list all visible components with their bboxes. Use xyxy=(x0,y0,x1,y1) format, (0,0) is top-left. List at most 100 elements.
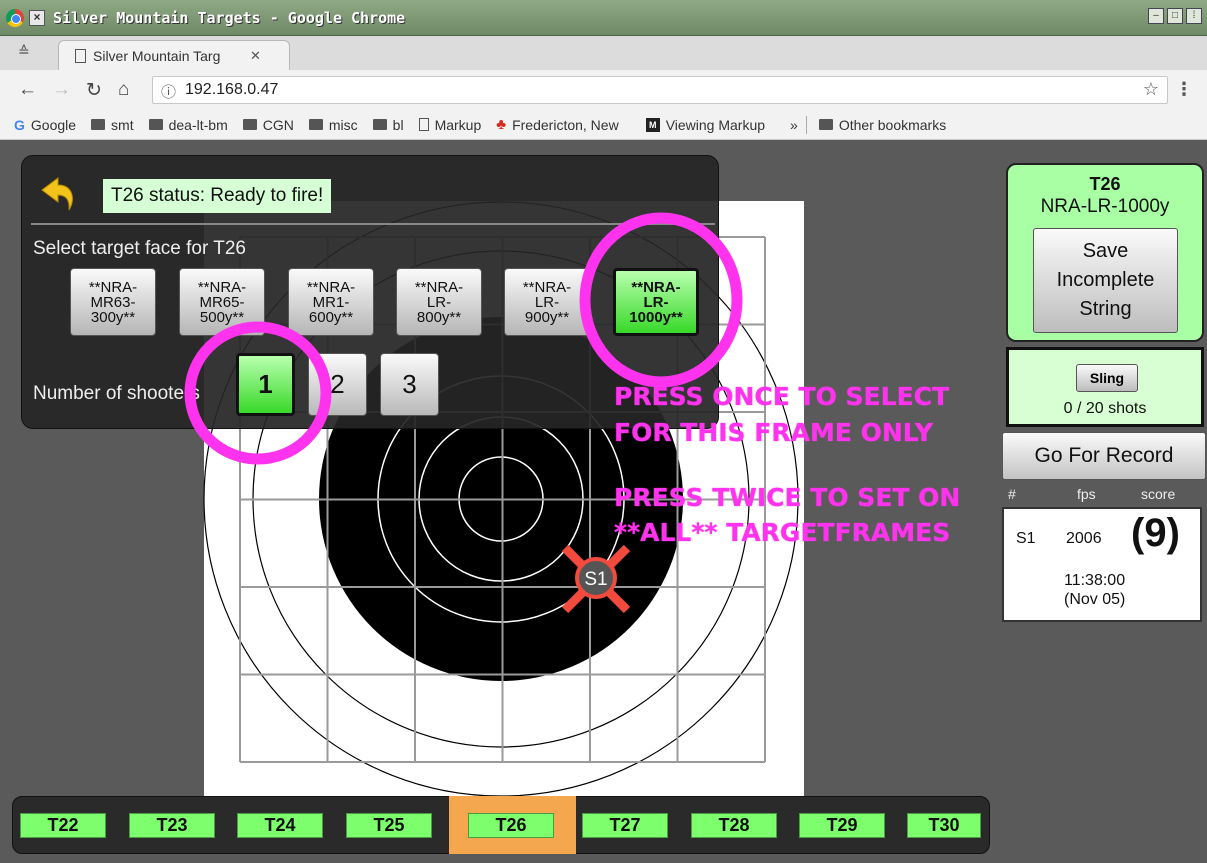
divider xyxy=(31,223,715,225)
column-header-score: score xyxy=(1141,486,1176,502)
shooters-label: Number of shooters xyxy=(33,383,200,404)
maple-leaf-icon: ♣ xyxy=(496,116,507,133)
face-button-mr63-300y[interactable]: **NRA- MR63- 300y** xyxy=(70,268,156,336)
save-button-label: Save xyxy=(1082,240,1129,262)
folder-icon xyxy=(818,119,833,130)
face-label-line: 600y** xyxy=(308,308,354,326)
bookmark-misc[interactable]: misc xyxy=(308,116,358,133)
save-button-label: Incomplete xyxy=(1056,269,1155,291)
face-button-lr-1000y[interactable]: **NRA- LR- 1000y** xyxy=(613,268,699,336)
shot-time-value: 11:38:00 xyxy=(1064,572,1126,589)
sling-panel: Sling 0 / 20 shots xyxy=(1006,347,1204,427)
frame-button-t27[interactable]: T27 xyxy=(582,813,668,838)
markup-icon: M xyxy=(645,117,660,132)
shooters-button-1[interactable]: 1 xyxy=(236,353,295,416)
page-icon xyxy=(418,118,429,131)
status-text: T26 status: Ready to fire! xyxy=(103,179,332,213)
close-window-icon[interactable]: ⁞ xyxy=(1186,8,1202,24)
bookmark-other[interactable]: Other bookmarks xyxy=(818,116,947,133)
bookmark-google[interactable]: G Google xyxy=(14,117,76,133)
back-button-icon[interactable] xyxy=(36,170,80,214)
bookmarks-overflow-chevron[interactable]: » xyxy=(790,117,798,133)
window-menu-icon[interactable]: × xyxy=(29,10,45,26)
info-icon[interactable]: ⓘ xyxy=(161,81,176,102)
frame-button-t22[interactable]: T22 xyxy=(20,813,106,838)
target-info-card: T26 NRA-LR-1000y Save Incomplete String xyxy=(1006,163,1204,342)
annotation-line: PRESS TWICE TO SET ON xyxy=(614,483,961,512)
shooters-button-2[interactable]: 2 xyxy=(308,353,367,416)
bookmark-label: CGN xyxy=(262,116,294,133)
shot-fps: 2006 xyxy=(1066,530,1102,547)
back-arrow-icon[interactable]: ← xyxy=(18,79,37,101)
face-button-lr-900y[interactable]: **NRA- LR- 900y** xyxy=(504,268,590,336)
forward-arrow-icon[interactable]: → xyxy=(52,79,71,101)
bookmark-label: Fredericton, New xyxy=(512,116,619,133)
annotation-line: **ALL** TARGETFRAMES xyxy=(614,518,951,547)
bookmark-cgn[interactable]: CGN xyxy=(242,116,294,133)
star-icon[interactable]: ☆ xyxy=(1143,79,1159,100)
frame-button-t24[interactable]: T24 xyxy=(237,813,323,838)
frame-button-t30[interactable]: T30 xyxy=(907,813,981,838)
folder-icon xyxy=(91,119,106,130)
shot-id: S1 xyxy=(1016,530,1036,547)
tab-title: Silver Mountain Targ xyxy=(93,47,221,64)
column-header-number: # xyxy=(1008,486,1016,502)
save-incomplete-string-button[interactable]: Save Incomplete String xyxy=(1033,228,1178,333)
bookmark-label: Viewing Markup xyxy=(665,116,766,133)
bookmark-viewing-markup[interactable]: M Viewing Markup xyxy=(645,116,766,133)
bookmark-label: misc xyxy=(328,116,358,133)
frame-button-t29[interactable]: T29 xyxy=(799,813,885,838)
bookmark-label: bl xyxy=(392,116,404,133)
face-label-line: 900y** xyxy=(524,308,570,326)
frame-button-t23[interactable]: T23 xyxy=(129,813,215,838)
maximize-icon[interactable]: □ xyxy=(1167,8,1183,24)
annotation-line: FOR THIS FRAME ONLY xyxy=(614,418,933,447)
sling-button[interactable]: Sling xyxy=(1076,364,1138,392)
face-button-mr1-600y[interactable]: **NRA- MR1- 600y** xyxy=(288,268,374,336)
tab-close-icon[interactable]: ✕ xyxy=(250,48,261,64)
toolbar: ← → ↻ ⌂ ⓘ 192.168.0.47 ☆ ⋮ xyxy=(0,70,1207,110)
bookmark-bl[interactable]: bl xyxy=(372,116,404,133)
target-face-name: NRA-LR-1000y xyxy=(1040,196,1170,217)
face-label-line: 800y** xyxy=(416,308,462,326)
save-button-label: String xyxy=(1079,298,1132,320)
google-icon: G xyxy=(14,116,25,133)
menu-icon[interactable]: ⋮ xyxy=(1175,79,1193,100)
shot-score: (9) xyxy=(1131,511,1180,555)
face-label-line: 300y** xyxy=(90,308,136,326)
shot-row[interactable]: S1 2006 (9) 11:38:00 (Nov 05) xyxy=(1002,507,1202,622)
face-select-label: Select target face for T26 xyxy=(33,238,246,259)
bookmark-smt[interactable]: smt xyxy=(91,117,134,133)
chrome-logo-icon xyxy=(6,9,24,27)
face-label-line: 500y** xyxy=(199,308,245,326)
address-bar[interactable]: ⓘ 192.168.0.47 ☆ xyxy=(152,76,1168,104)
shooters-button-3[interactable]: 3 xyxy=(380,353,439,416)
tab-strip: ≙ Silver Mountain Targ ✕ xyxy=(0,36,1207,70)
frame-button-t28[interactable]: T28 xyxy=(691,813,777,838)
face-button-mr65-500y[interactable]: **NRA- MR65- 500y** xyxy=(179,268,265,336)
bookmark-fredericton[interactable]: ♣ Fredericton, New xyxy=(496,116,618,133)
url-text[interactable]: 192.168.0.47 xyxy=(185,81,278,99)
frame-button-t25[interactable]: T25 xyxy=(346,813,432,838)
face-label-line: 1000y** xyxy=(629,308,683,326)
window-titlebar: × Silver Mountain Targets - Google Chrom… xyxy=(0,0,1207,36)
browser-tab[interactable]: Silver Mountain Targ ✕ xyxy=(58,40,290,70)
target-name: T26 xyxy=(1089,174,1121,194)
reload-icon[interactable]: ↻ xyxy=(86,79,102,102)
face-button-lr-800y[interactable]: **NRA- LR- 800y** xyxy=(396,268,482,336)
bookmark-markup[interactable]: Markup xyxy=(418,117,481,133)
frame-button-t26[interactable]: T26 xyxy=(468,813,554,838)
incognito-icon: ≙ xyxy=(18,44,30,60)
target-frame-bar: T22 T23 T24 T25 T26 T27 T28 T29 T30 xyxy=(12,796,990,854)
folder-icon xyxy=(308,119,323,130)
folder-icon xyxy=(242,119,257,130)
bookmark-dea-lt-bm[interactable]: dea-lt-bm xyxy=(148,117,228,133)
window-title: Silver Mountain Targets - Google Chrome xyxy=(53,9,406,27)
go-for-record-button[interactable]: Go For Record xyxy=(1002,432,1206,480)
home-icon[interactable]: ⌂ xyxy=(118,79,129,101)
column-header-fps: fps xyxy=(1077,486,1096,502)
folder-icon xyxy=(372,119,387,130)
minimize-icon[interactable]: – xyxy=(1148,8,1164,24)
bookmark-label: Other bookmarks xyxy=(838,116,947,133)
bookmark-label: Google xyxy=(30,116,77,133)
